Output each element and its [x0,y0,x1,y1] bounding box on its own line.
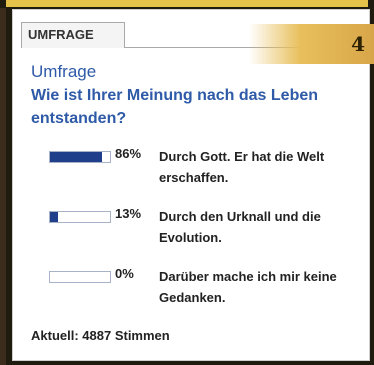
result-bar-fill [50,152,102,162]
poll-answers: 86% Durch Gott. Er hat die Welt erschaff… [29,146,369,326]
poll-panel: UMFRAGE 4 Umfrage Wie ist Ihrer Meinung … [12,9,374,361]
result-percent: 0% [115,266,134,281]
top-accent-rule [6,0,368,7]
answer-text: Darüber mache ich mir keine Gedanken. [159,269,337,305]
result-percent: 86% [115,146,142,161]
result-bar [49,271,111,283]
poll-answer: 0% Darüber mache ich mir keine Gedanken. [29,266,369,326]
total-votes: Aktuell: 4887 Stimmen [31,328,170,343]
left-frame-rule [0,8,6,365]
poll-question: Wie ist Ihrer Meinung nach das Leben ent… [31,87,319,127]
answer-text: Durch Gott. Er hat die Welt erschaffen. [159,149,325,185]
tab-umfrage[interactable]: UMFRAGE [21,22,125,48]
poll-title: Umfrage [31,62,97,81]
screen-frame: UMFRAGE 4 Umfrage Wie ist Ihrer Meinung … [0,0,374,365]
result-bar-fill [50,212,58,222]
poll-answer: 86% Durch Gott. Er hat die Welt erschaff… [29,146,369,206]
result-bar [49,211,111,223]
poll-answer: 13% Durch den Urknall und die Evolution. [29,206,369,266]
result-percent: 13% [115,206,142,221]
section-number-badge: 4 [249,24,374,64]
result-bar [49,151,111,163]
answer-text: Durch den Urknall und die Evolution. [159,209,321,245]
